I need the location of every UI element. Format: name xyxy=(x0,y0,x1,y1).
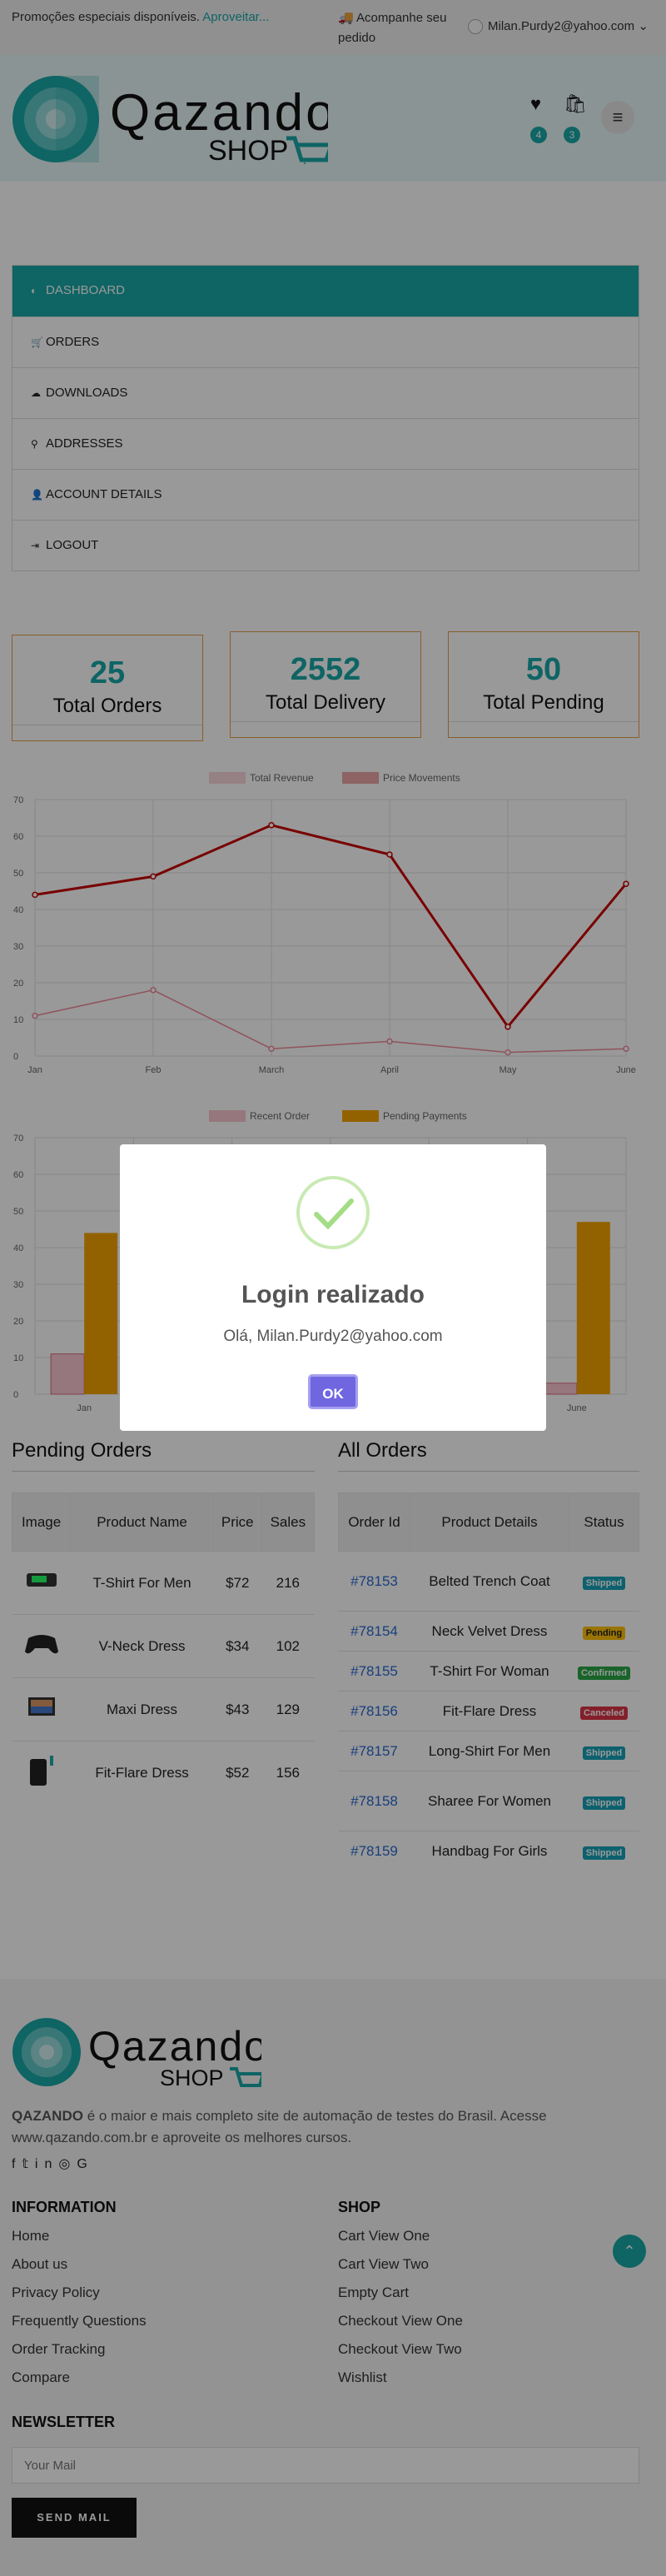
ok-button[interactable]: OK xyxy=(308,1374,358,1409)
login-success-dialog: Login realizado Olá, Milan.Purdy2@yahoo.… xyxy=(120,1144,546,1431)
dialog-title: Login realizado xyxy=(241,1281,425,1308)
success-check-icon xyxy=(296,1176,370,1249)
dialog-message: Olá, Milan.Purdy2@yahoo.com xyxy=(223,1328,443,1345)
